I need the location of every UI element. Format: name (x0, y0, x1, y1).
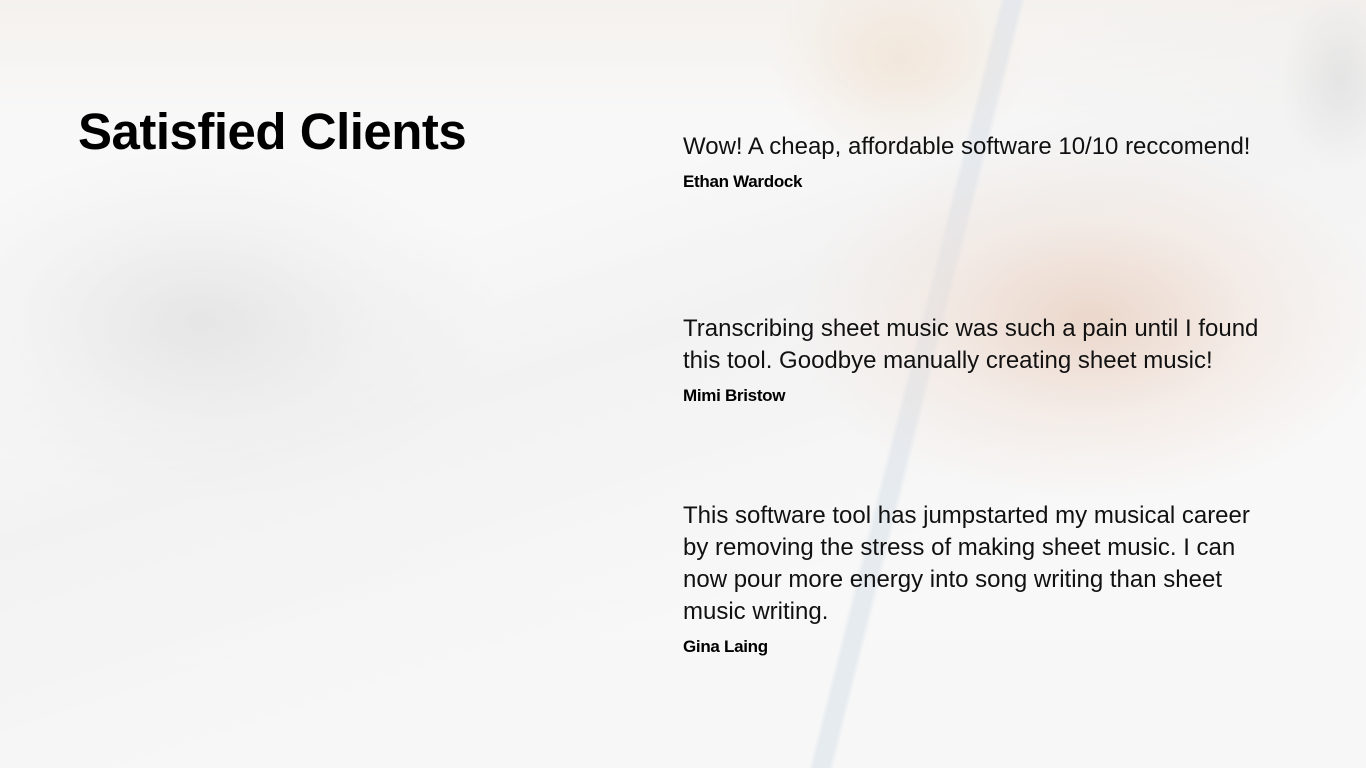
testimonial-quote: Transcribing sheet music was such a pain… (683, 315, 1259, 374)
testimonial-quote: Wow! A cheap, affordable software 10/10 … (683, 133, 1251, 160)
testimonial-author: Mimi Bristow (683, 386, 786, 405)
testimonial: Transcribing sheet music was such a pain… (683, 313, 1263, 406)
testimonial-quote: This software tool has jumpstarted my mu… (683, 502, 1250, 625)
page-title: Satisfied Clients (78, 103, 467, 160)
testimonial-author: Ethan Wardock (683, 172, 803, 191)
testimonial: This software tool has jumpstarted my mu… (683, 500, 1263, 657)
testimonial-author: Gina Laing (683, 637, 768, 656)
testimonial: Wow! A cheap, affordable software 10/10 … (683, 131, 1263, 192)
